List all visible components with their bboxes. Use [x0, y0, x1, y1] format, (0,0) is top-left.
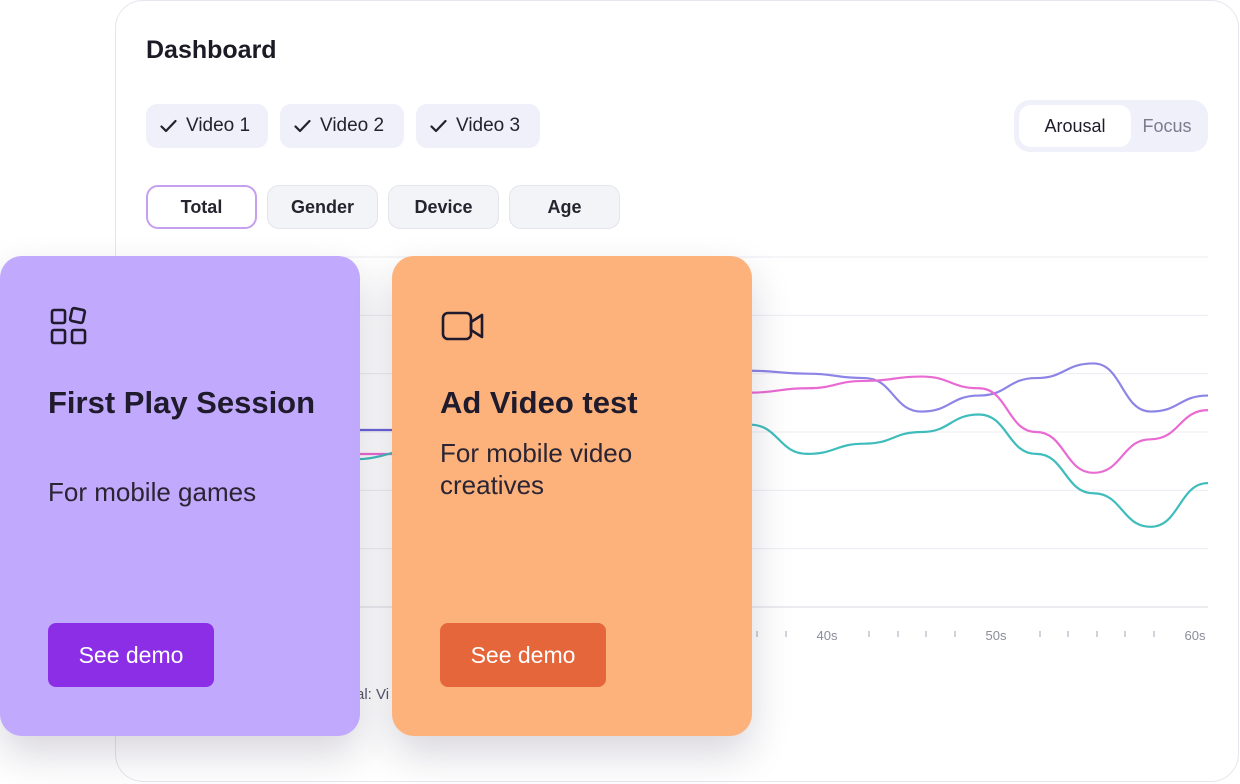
- card-subtitle: For mobile games: [48, 477, 257, 507]
- chart-partial-lines: [354, 428, 396, 461]
- x-tick-label: 50s: [986, 628, 1007, 643]
- chart-series: [749, 362, 1209, 528]
- legend-fragment: al: Vi: [356, 686, 390, 703]
- x-tick-label: 40s: [817, 628, 838, 643]
- card-ad-video-test[interactable]: Ad Video test For mobile video creatives…: [392, 256, 752, 736]
- card-title: Ad Video test: [440, 385, 638, 420]
- series-line-1: [749, 375, 1209, 474]
- grid-icon: [50, 306, 87, 345]
- card-first-play-session[interactable]: First Play Session For mobile games See …: [0, 256, 360, 736]
- x-tick-label: 60s: [1185, 628, 1206, 643]
- see-demo-button[interactable]: See demo: [48, 623, 214, 687]
- card-title: First Play Session: [48, 385, 316, 420]
- card-subtitle: For mobile video creatives: [440, 438, 633, 500]
- see-demo-button[interactable]: See demo: [440, 623, 606, 687]
- video-camera-icon: [441, 311, 484, 341]
- series-line-2: [749, 413, 1209, 528]
